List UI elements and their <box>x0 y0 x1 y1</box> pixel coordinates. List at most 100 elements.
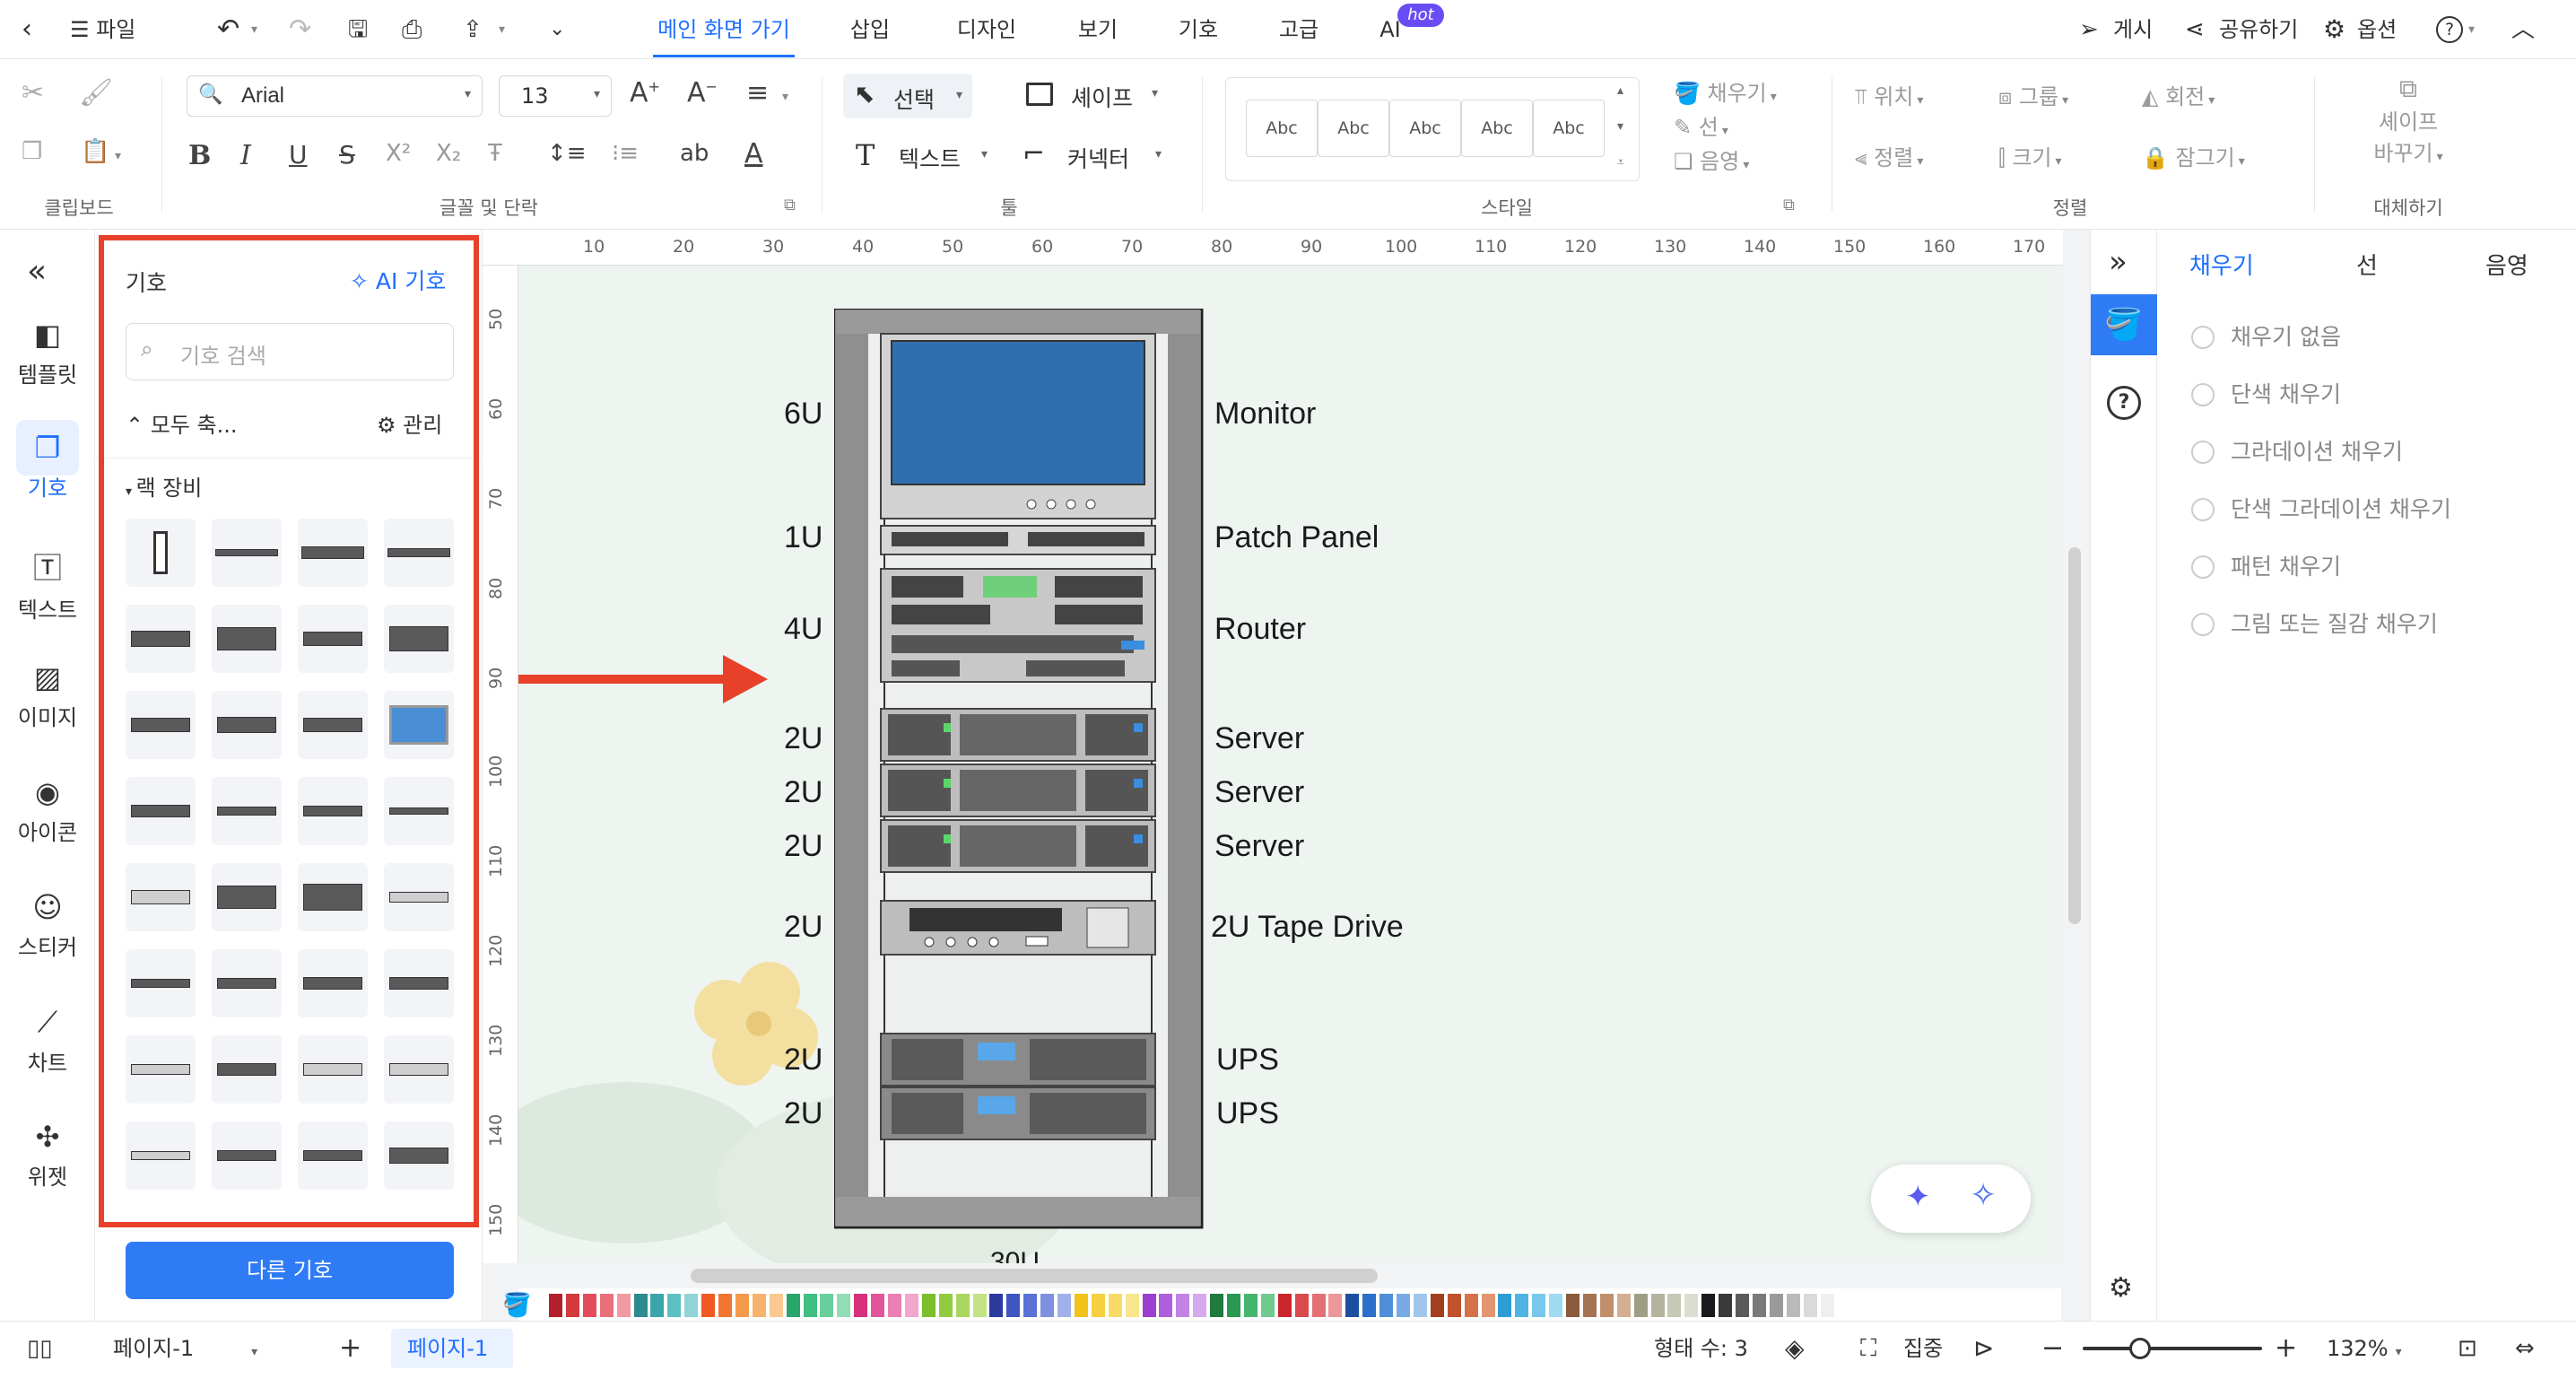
lock-menu[interactable]: 🔒 잠그기 ▾ <box>2142 140 2245 171</box>
file-menu[interactable]: ☰ 파일 <box>70 0 135 59</box>
color-swatch[interactable] <box>1430 1294 1444 1317</box>
tab-fill[interactable]: 채우기 <box>2189 248 2254 281</box>
page-panel-icon[interactable]: ▯▯ <box>27 1322 53 1375</box>
fullscreen-icon[interactable]: ⇔ <box>2515 1322 2535 1375</box>
paste-icon[interactable]: 📋 <box>81 138 109 165</box>
redo-icon[interactable]: ↷ <box>289 0 311 59</box>
color-swatch[interactable] <box>667 1294 682 1317</box>
color-swatch[interactable] <box>718 1294 732 1317</box>
text-direction-icon[interactable]: ab <box>680 140 709 167</box>
color-swatch[interactable] <box>769 1294 783 1317</box>
style-preset[interactable]: Abc <box>1246 100 1318 157</box>
color-swatch[interactable] <box>1057 1294 1071 1317</box>
undo-icon[interactable]: ↶ <box>217 0 239 59</box>
underline-icon[interactable]: U <box>289 140 308 170</box>
collapse-ribbon-icon[interactable]: ︿ <box>2511 0 2535 59</box>
color-swatch[interactable] <box>1447 1294 1461 1317</box>
color-swatch[interactable] <box>938 1294 953 1317</box>
line-spacing-icon[interactable]: ↕≡ <box>547 140 587 167</box>
color-swatch[interactable] <box>1633 1294 1648 1317</box>
style-expand-icon[interactable]: ⩡ <box>1617 155 1624 170</box>
connector-tool-button[interactable]: ⌐ 커넥터 ▾ <box>1023 138 1175 179</box>
page-tab[interactable]: 페이지-1 <box>407 1322 488 1375</box>
zoom-slider-handle[interactable] <box>2129 1338 2151 1359</box>
color-swatch[interactable] <box>684 1294 699 1317</box>
shape-tool-button[interactable]: 셰이프 ▾ <box>1026 77 1161 118</box>
fill-option-picture[interactable]: 그림 또는 질감 채우기 <box>2191 607 2438 639</box>
color-swatch[interactable] <box>1176 1294 1190 1317</box>
superscript-icon[interactable]: X² <box>386 140 411 167</box>
tab-insert[interactable]: 삽입 <box>843 0 897 59</box>
fill-option-solid[interactable]: 단색 채우기 <box>2191 377 2341 409</box>
tab-shadow[interactable]: 음영 <box>2485 248 2528 281</box>
rail-item-template[interactable]: ◧ 템플릿 <box>0 318 95 388</box>
color-swatch[interactable] <box>1650 1294 1665 1317</box>
color-swatch[interactable] <box>820 1294 834 1317</box>
color-swatch[interactable] <box>1210 1294 1224 1317</box>
position-menu[interactable]: ⫪ 위치 ▾ <box>1855 79 1923 110</box>
rail-item-symbol[interactable]: ❐ 기호 <box>0 431 95 502</box>
color-swatch[interactable] <box>1294 1294 1309 1317</box>
color-swatch[interactable] <box>1074 1294 1088 1317</box>
export-icon[interactable]: ⇪ <box>463 0 483 59</box>
color-swatch[interactable] <box>786 1294 800 1317</box>
color-swatch[interactable] <box>1752 1294 1766 1317</box>
text-case-icon[interactable]: Ŧ <box>488 140 502 167</box>
more-dropdown-icon[interactable]: ⌄ <box>549 0 565 59</box>
zoom-slider[interactable] <box>2083 1347 2262 1350</box>
fill-bucket-icon[interactable]: 🪣 <box>502 1292 531 1319</box>
magic-wand-icon[interactable]: ✦ <box>1905 1179 1931 1215</box>
publish-button[interactable]: 게시 <box>2113 0 2153 59</box>
style-preset[interactable]: Abc <box>1461 100 1533 157</box>
color-swatch[interactable] <box>1362 1294 1377 1317</box>
select-tool-button[interactable]: ⬉ 선택 ▾ <box>843 74 972 118</box>
options-button[interactable]: 옵션 <box>2357 0 2397 59</box>
color-swatch[interactable] <box>1413 1294 1427 1317</box>
format-painter-icon[interactable]: 🖌 <box>79 77 113 109</box>
color-swatch[interactable] <box>616 1294 631 1317</box>
share-button[interactable]: 공유하기 <box>2219 0 2298 59</box>
rail-item-sticker[interactable]: ☺ 스티커 <box>0 890 95 961</box>
color-swatch[interactable] <box>1532 1294 1546 1317</box>
color-swatch[interactable] <box>1227 1294 1240 1317</box>
increase-font-icon[interactable]: A+ <box>630 77 660 109</box>
help-icon[interactable]: ? <box>2436 16 2463 43</box>
publish-icon[interactable]: ➢ <box>2079 0 2099 59</box>
expand-panel-icon[interactable]: » <box>2109 244 2128 280</box>
color-swatch[interactable] <box>1040 1294 1055 1317</box>
help-dropdown-icon[interactable]: ▾ <box>2468 0 2475 59</box>
strikethrough-icon[interactable]: S <box>339 140 355 170</box>
vertical-scrollbar[interactable] <box>2068 547 2081 924</box>
text-tool-button[interactable]: T 텍스트 ▾ <box>856 138 999 179</box>
color-swatch[interactable] <box>1616 1294 1631 1317</box>
undo-dropdown-icon[interactable]: ▾ <box>251 0 257 59</box>
color-swatch[interactable] <box>1498 1294 1512 1317</box>
color-swatch[interactable] <box>1719 1294 1733 1317</box>
align-menu[interactable]: ⫷ 정렬 ▾ <box>1855 140 1923 171</box>
focus-button[interactable]: 집중 <box>1903 1322 1943 1375</box>
color-swatch[interactable] <box>972 1294 987 1317</box>
tab-advanced[interactable]: 고급 <box>1274 0 1324 59</box>
color-swatch[interactable] <box>1328 1294 1343 1317</box>
color-swatch[interactable] <box>888 1294 901 1317</box>
color-swatch[interactable] <box>1820 1294 1834 1317</box>
share-icon[interactable]: ⋖ <box>2185 0 2205 59</box>
tab-line[interactable]: 선 <box>2356 248 2378 281</box>
color-swatch[interactable] <box>837 1294 851 1317</box>
tab-view[interactable]: 보기 <box>1073 0 1123 59</box>
color-swatch[interactable] <box>955 1294 970 1317</box>
style-preset[interactable]: Abc <box>1533 100 1605 157</box>
style-preset[interactable]: Abc <box>1318 100 1389 157</box>
copy-icon[interactable]: ❐ <box>22 138 42 165</box>
color-swatch[interactable] <box>1701 1294 1716 1317</box>
rail-item-text[interactable]: 🅃 텍스트 <box>0 545 95 624</box>
color-swatch[interactable] <box>1582 1294 1597 1317</box>
color-swatch[interactable] <box>1243 1294 1258 1317</box>
color-swatch[interactable] <box>1599 1294 1614 1317</box>
shadow-menu[interactable]: ❏ 음영 ▾ <box>1674 144 1749 175</box>
color-swatch[interactable] <box>1277 1294 1292 1317</box>
fill-menu[interactable]: 🪣 채우기 ▾ <box>1674 75 1777 107</box>
page-select[interactable]: 페이지-1 ▾ <box>113 1322 257 1375</box>
color-swatch[interactable] <box>1091 1294 1105 1317</box>
size-menu[interactable]: ⫿ 크기 ▾ <box>1998 140 2062 171</box>
